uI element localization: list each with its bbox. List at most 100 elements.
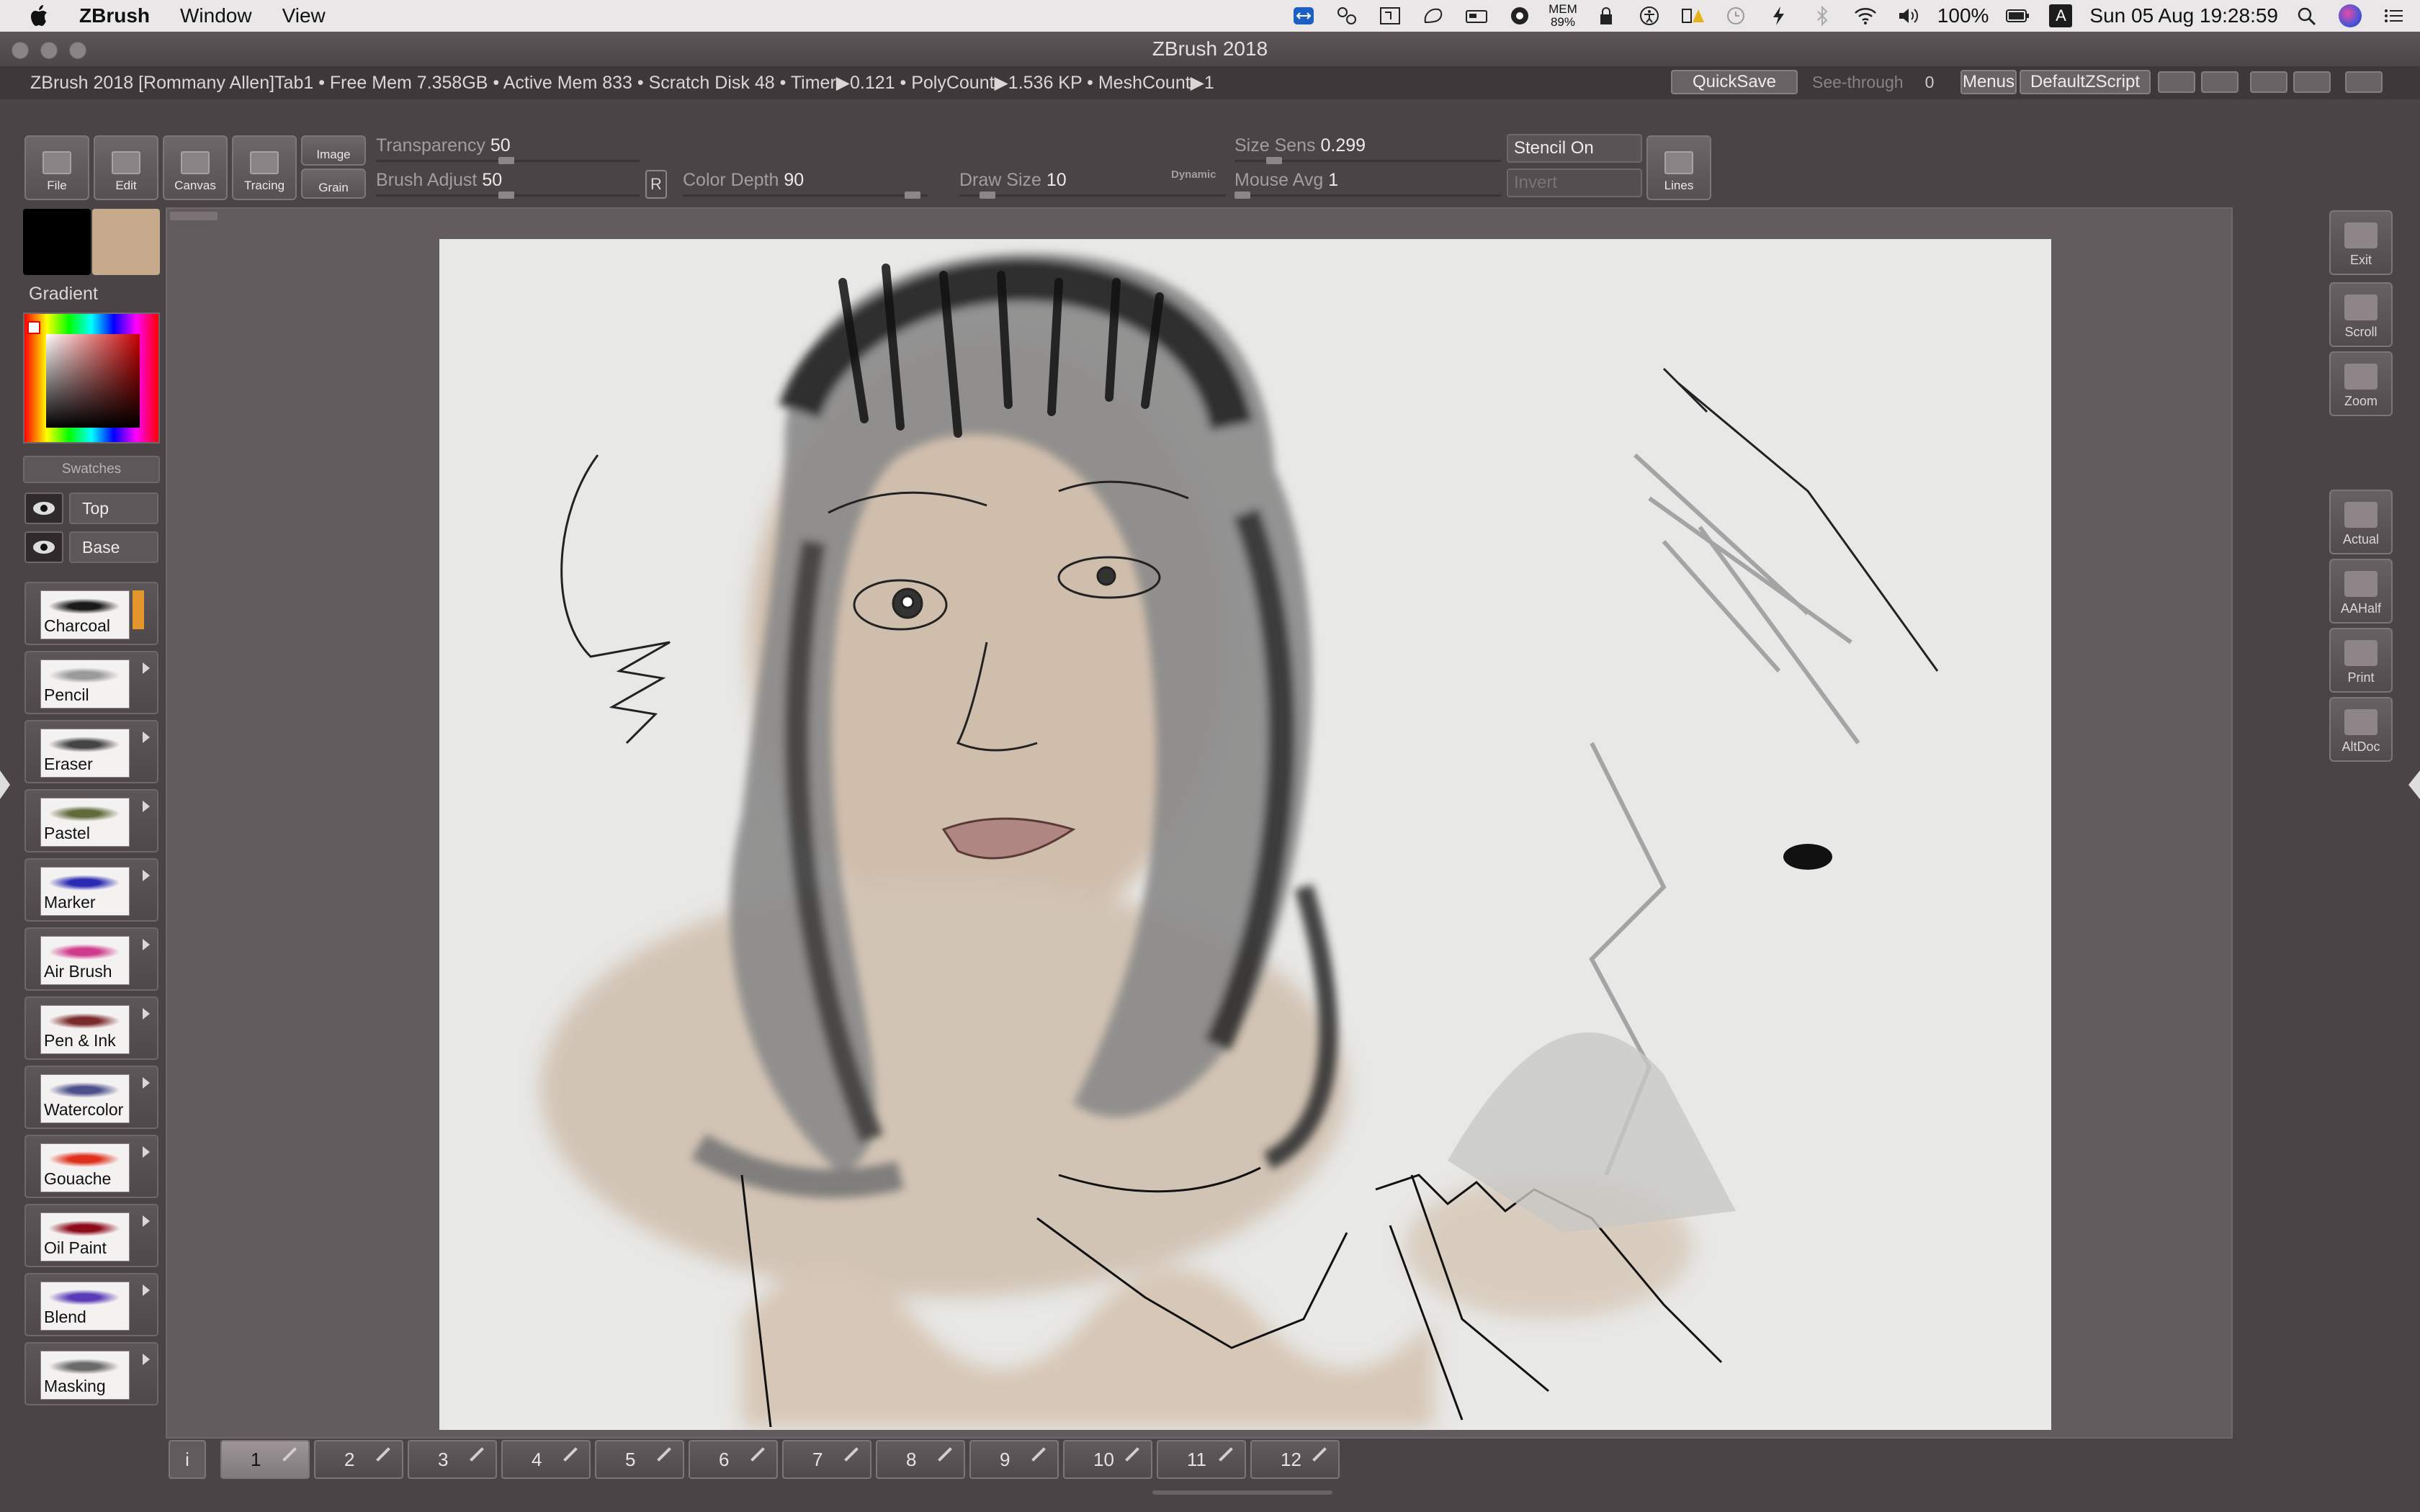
- exit-button[interactable]: Exit: [2329, 210, 2393, 275]
- tab-10[interactable]: 10: [1063, 1440, 1152, 1479]
- brush-adjust-slider[interactable]: Brush Adjust 50: [376, 170, 502, 191]
- lines-button[interactable]: Lines: [1646, 135, 1711, 200]
- quicksave-button[interactable]: QuickSave: [1671, 70, 1798, 94]
- brush-options-arrow-icon[interactable]: [143, 1146, 150, 1158]
- info-button[interactable]: i: [169, 1440, 206, 1479]
- tracing-button[interactable]: Tracing: [232, 135, 297, 200]
- bottom-tray-handle[interactable]: [1152, 1490, 1332, 1495]
- brush-options-arrow-icon[interactable]: [143, 939, 150, 950]
- spotlight-search-icon[interactable]: [2295, 5, 2319, 27]
- edit-button[interactable]: Edit: [94, 135, 158, 200]
- mouse-avg-knob[interactable]: [1234, 192, 1250, 199]
- tab-5[interactable]: 5: [595, 1440, 684, 1479]
- default-zscript-button[interactable]: DefaultZScript: [2020, 70, 2151, 94]
- right-tray-handle-icon[interactable]: [2408, 770, 2420, 799]
- lock-layout-icon[interactable]: [2345, 71, 2383, 93]
- swatches-button[interactable]: Swatches: [23, 456, 160, 483]
- secondary-color-swatch[interactable]: [92, 209, 160, 275]
- invert-toggle[interactable]: Invert: [1507, 168, 1642, 197]
- visibility-eye-icon[interactable]: [24, 492, 63, 524]
- image-button[interactable]: Image: [301, 135, 366, 166]
- draw-size-knob[interactable]: [980, 192, 995, 199]
- tab-2[interactable]: 2: [314, 1440, 403, 1479]
- drive-icon[interactable]: [1464, 5, 1489, 27]
- color-picker-field[interactable]: [46, 334, 140, 428]
- tab-1[interactable]: 1: [220, 1440, 310, 1479]
- tray-left-toggle-icon[interactable]: [2158, 71, 2195, 93]
- tab-4[interactable]: 4: [501, 1440, 591, 1479]
- brush-masking[interactable]: Masking: [24, 1342, 158, 1405]
- lock-icon[interactable]: [1594, 5, 1618, 27]
- color-depth-slider[interactable]: Color Depth 90: [683, 170, 804, 191]
- brush-watercolor[interactable]: Watercolor: [24, 1066, 158, 1129]
- grain-button[interactable]: Grain: [301, 168, 366, 199]
- tools-icon[interactable]: [1335, 5, 1359, 27]
- dynamic-toggle[interactable]: Dynamic: [1171, 168, 1216, 181]
- clock[interactable]: Sun 05 Aug 19:28:59: [2089, 4, 2278, 27]
- warning-battery-icon[interactable]: [1680, 5, 1705, 27]
- reset-brush-adjust-button[interactable]: R: [645, 170, 667, 199]
- brush-eraser[interactable]: Eraser: [24, 720, 158, 783]
- gradient-toggle[interactable]: Gradient: [29, 284, 98, 305]
- brush-air-brush[interactable]: Air Brush: [24, 927, 158, 991]
- color-picker[interactable]: [23, 312, 160, 444]
- teamviewer-icon[interactable]: [1291, 5, 1316, 27]
- close-window-button[interactable]: [12, 42, 29, 59]
- scroll-button[interactable]: Scroll: [2329, 282, 2393, 347]
- size-sens-knob[interactable]: [1266, 157, 1282, 164]
- transparency-knob[interactable]: [498, 157, 514, 164]
- tab-9[interactable]: 9: [969, 1440, 1059, 1479]
- siri-icon[interactable]: [2339, 4, 2362, 27]
- print-button[interactable]: Print: [2329, 628, 2393, 693]
- tab-6[interactable]: 6: [689, 1440, 778, 1479]
- brush-blend[interactable]: Blend: [24, 1273, 158, 1336]
- brush-marker[interactable]: Marker: [24, 858, 158, 922]
- brush-options-arrow-icon[interactable]: [143, 801, 150, 812]
- display-icon[interactable]: [1378, 5, 1402, 27]
- color-depth-track[interactable]: [683, 194, 928, 197]
- apple-logo-icon[interactable]: [29, 4, 50, 28]
- tab-3[interactable]: 3: [408, 1440, 497, 1479]
- layer-top[interactable]: Top: [69, 492, 158, 524]
- battery-icon[interactable]: [2005, 5, 2030, 27]
- color-depth-knob[interactable]: [905, 192, 920, 199]
- brush-options-arrow-icon[interactable]: [143, 732, 150, 743]
- brush-options-arrow-icon[interactable]: [143, 1354, 150, 1365]
- bubble-icon[interactable]: [1421, 5, 1446, 27]
- brush-options-arrow-icon[interactable]: [143, 1077, 150, 1089]
- layer-base[interactable]: Base: [69, 531, 158, 563]
- layout-cycle-icon[interactable]: [2293, 71, 2331, 93]
- color-picker-marker[interactable]: [27, 321, 40, 334]
- brush-gouache[interactable]: Gouache: [24, 1135, 158, 1198]
- primary-color-swatch[interactable]: [23, 209, 91, 275]
- tray-right-toggle-icon[interactable]: [2201, 71, 2238, 93]
- draw-size-track[interactable]: [959, 194, 1226, 197]
- brush-pencil[interactable]: Pencil: [24, 651, 158, 714]
- stencil-on-toggle[interactable]: Stencil On: [1507, 134, 1642, 163]
- zoom-window-button[interactable]: [69, 42, 86, 59]
- mouse-avg-slider[interactable]: Mouse Avg 1: [1234, 170, 1338, 191]
- brush-charcoal[interactable]: Charcoal: [24, 582, 158, 645]
- volume-icon[interactable]: [1896, 5, 1921, 27]
- mouse-avg-track[interactable]: [1234, 194, 1501, 197]
- memory-indicator[interactable]: MEM 89%: [1549, 3, 1577, 29]
- menus-button[interactable]: Menus: [1960, 70, 2017, 94]
- drawing-canvas[interactable]: [439, 239, 2051, 1430]
- tab-7[interactable]: 7: [782, 1440, 871, 1479]
- wifi-icon[interactable]: [1853, 5, 1878, 27]
- aahalf-button[interactable]: AAHalf: [2329, 559, 2393, 624]
- notification-center-icon[interactable]: [2381, 5, 2406, 27]
- bluetooth-icon[interactable]: [1810, 5, 1834, 27]
- bolt-icon[interactable]: [1767, 5, 1791, 27]
- brush-pastel[interactable]: Pastel: [24, 789, 158, 852]
- time-machine-icon[interactable]: [1724, 5, 1748, 27]
- brush-options-arrow-icon[interactable]: [143, 1008, 150, 1020]
- brush-options-arrow-icon[interactable]: [143, 1215, 150, 1227]
- menu-view[interactable]: View: [282, 4, 326, 27]
- tab-12[interactable]: 12: [1250, 1440, 1340, 1479]
- eye-scan-icon[interactable]: [1507, 5, 1532, 27]
- brush-pen-ink[interactable]: Pen & Ink: [24, 996, 158, 1060]
- menu-app-name[interactable]: ZBrush: [79, 4, 150, 27]
- draw-size-slider[interactable]: Draw Size 10: [959, 170, 1067, 191]
- brush-options-arrow-icon[interactable]: [143, 870, 150, 881]
